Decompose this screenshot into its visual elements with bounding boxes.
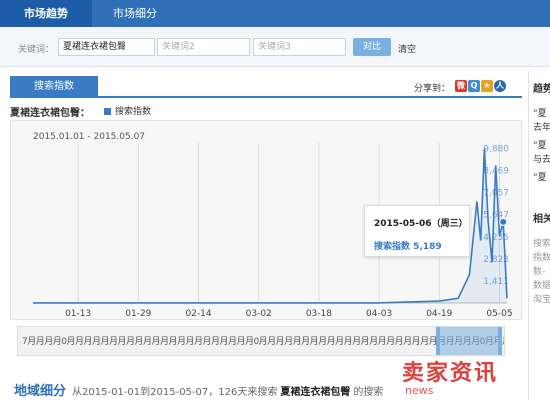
clear-link[interactable]: 清空 [398,42,416,55]
share-label: 分享到： [414,84,451,94]
sidebar-grey-4: 数据 [533,281,550,291]
y-tick-label: 9,880 [483,145,509,155]
x-tick-label: 02-14 [185,309,211,319]
share-weibo-icon[interactable]: 微 [455,80,467,92]
chart-tooltip: 2015-05-06（周三） 搜索指数 5,189 [364,205,470,257]
sidebar-grey-2: 指数 [533,253,550,263]
x-tick-label: 01-13 [65,309,91,319]
tab-search-index[interactable]: 搜索指数 [10,76,98,98]
right-sidebar: 趋势 “夏 去年 “夏 与去 “夏 相关 搜索 指数 数- 数据 淘宝 [528,70,550,400]
sidebar-text-3: “夏 [533,141,547,151]
navigator-months: 7月月月月0月月月月月月月月月月月月月月月月月月月月月月0月月月月月月月月月月月… [22,337,505,347]
legend-swatch [104,108,111,115]
keyword-bar: 关键词： 夏裙连衣裙包臀 关键词2 关键词3 对比 清空 [0,27,550,67]
region-suffix: 的搜索 [353,387,384,398]
watermark-logo: 卖家资讯 [402,361,499,386]
sidebar-text-4: 与去 [533,155,550,165]
x-tick-label: 03-18 [306,309,332,319]
sidebar-grey-3: 数- [533,267,546,277]
x-tick-label: 05-05 [486,309,512,319]
chart-legend: 搜索指数 [104,104,151,117]
sidebar-text-2: 去年 [533,123,550,133]
compare-button[interactable]: 对比 [353,38,391,56]
sidebar-grey-1: 搜索 [533,239,550,249]
highlight-point [499,217,508,226]
watermark-sub: news [405,384,434,397]
share-qzone-icon[interactable]: Q [468,80,480,92]
panel-header: 搜索指数 分享到： 微 Q ★ 人 [10,76,522,98]
sidebar-text-1: “夏 [533,109,547,119]
keyword1-input[interactable]: 夏裙连衣裙包臀 [58,38,155,56]
sidebar-heading-trend: 趋势 [533,84,550,95]
tooltip-date: 2015-05-06（周三） [374,219,468,229]
tooltip-value: 搜索指数 5,189 [374,242,442,252]
share-renren-icon[interactable]: 人 [494,80,506,92]
keyword2-input[interactable]: 关键词2 [157,38,250,56]
chart-date-range: 2015.01.01 - 2015.05.07 [33,132,145,142]
sidebar-grey-5: 淘宝 [533,295,550,305]
keyword3-input[interactable]: 关键词3 [253,38,346,56]
x-tick-label: 03-02 [246,309,272,319]
x-tick-label: 01-29 [125,309,151,319]
keyword-label: 关键词： [18,45,55,55]
top-nav: 市场趋势 市场细分 [0,0,550,27]
sidebar-text-5: “夏 [533,173,547,183]
region-desc: 从2015-01-01到2015-05-07，126天来搜索 [72,387,278,398]
tab-market-segment[interactable]: 市场细分 [100,0,170,27]
region-keyword: 夏裙连衣裙包臀 [280,387,351,398]
region-segment-line: 地域细分 从2015-01-01到2015-05-07，126天来搜索 夏裙连衣裙包… [14,380,383,399]
navigator-selection-handle[interactable] [436,327,502,355]
region-heading: 地域细分 [14,384,67,399]
chart-keyword-title: 夏裙连衣裙包臀： [10,108,90,119]
tab-market-trend[interactable]: 市场趋势 [0,0,92,27]
sidebar-heading-related: 相关 [533,214,550,225]
share-star-icon[interactable]: ★ [481,80,493,92]
legend-label: 搜索指数 [115,107,152,117]
x-tick-label: 04-03 [366,309,392,319]
range-navigator[interactable]: 7月月月月0月月月月月月月月月月月月月月月月月月月月月月0月月月月月月月月月月月… [17,326,505,356]
x-tick-label: 04-19 [426,309,452,319]
